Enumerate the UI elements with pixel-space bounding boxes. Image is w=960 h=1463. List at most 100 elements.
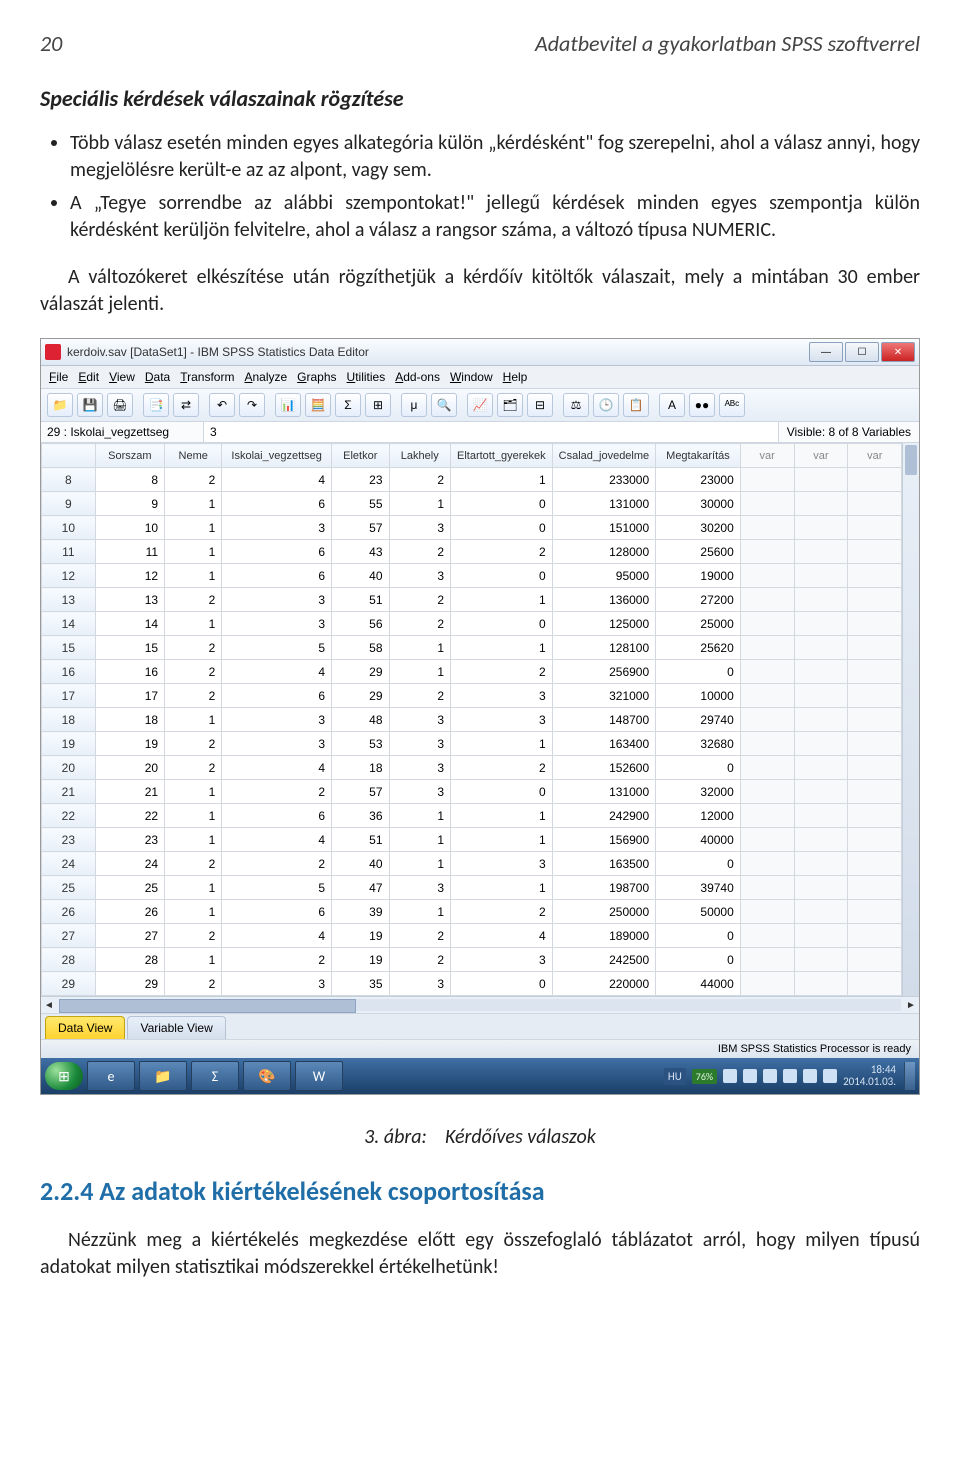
- data-cell[interactable]: 1: [389, 492, 450, 516]
- row-number[interactable]: 13: [42, 588, 96, 612]
- row-number[interactable]: 14: [42, 612, 96, 636]
- row-number[interactable]: 22: [42, 804, 96, 828]
- data-cell[interactable]: 3: [222, 708, 332, 732]
- data-cell[interactable]: 242900: [552, 804, 656, 828]
- row-number[interactable]: 18: [42, 708, 96, 732]
- empty-cell[interactable]: [740, 732, 794, 756]
- row-number[interactable]: 9: [42, 492, 96, 516]
- menu-add-ons[interactable]: Add-ons: [395, 370, 440, 384]
- taskbar-spss-icon[interactable]: Σ: [191, 1061, 239, 1091]
- column-header-iskolai_vegzettseg[interactable]: Iskolai_vegzettseg: [222, 444, 332, 468]
- toolbar-button-13[interactable]: 📈: [467, 393, 493, 417]
- menu-help[interactable]: Help: [503, 370, 528, 384]
- empty-cell[interactable]: [848, 708, 902, 732]
- toolbar-button-3[interactable]: 📑: [143, 393, 169, 417]
- show-desktop-button[interactable]: [904, 1062, 915, 1090]
- row-number[interactable]: 15: [42, 636, 96, 660]
- table-row[interactable]: 212112573013100032000: [42, 780, 902, 804]
- table-row[interactable]: 151525581112810025620: [42, 636, 902, 660]
- column-header-lakhely[interactable]: Lakhely: [389, 444, 450, 468]
- data-cell[interactable]: 2: [165, 852, 222, 876]
- empty-cell[interactable]: [848, 732, 902, 756]
- tray-icon[interactable]: [823, 1069, 837, 1083]
- data-cell[interactable]: 4: [222, 756, 332, 780]
- empty-cell[interactable]: [794, 636, 848, 660]
- row-number[interactable]: 20: [42, 756, 96, 780]
- empty-cell[interactable]: [794, 492, 848, 516]
- row-number[interactable]: 26: [42, 900, 96, 924]
- table-row[interactable]: 8824232123300023000: [42, 468, 902, 492]
- empty-cell[interactable]: [740, 612, 794, 636]
- empty-cell[interactable]: [740, 828, 794, 852]
- empty-cell[interactable]: [848, 540, 902, 564]
- data-cell[interactable]: 8: [95, 468, 164, 492]
- data-cell[interactable]: 2: [451, 900, 553, 924]
- data-cell[interactable]: 40: [332, 564, 390, 588]
- data-cell[interactable]: 131000: [552, 780, 656, 804]
- data-cell[interactable]: 53: [332, 732, 390, 756]
- data-cell[interactable]: 25600: [656, 540, 741, 564]
- data-cell[interactable]: 3: [389, 732, 450, 756]
- data-cell[interactable]: 11: [95, 540, 164, 564]
- table-row[interactable]: 28281219232425000: [42, 948, 902, 972]
- empty-cell[interactable]: [848, 636, 902, 660]
- data-cell[interactable]: 57: [332, 780, 390, 804]
- data-cell[interactable]: 152600: [552, 756, 656, 780]
- empty-cell[interactable]: [740, 588, 794, 612]
- data-cell[interactable]: 2: [451, 660, 553, 684]
- empty-cell[interactable]: [740, 972, 794, 996]
- data-cell[interactable]: 1: [451, 876, 553, 900]
- empty-cell[interactable]: [794, 708, 848, 732]
- data-cell[interactable]: 9: [95, 492, 164, 516]
- data-cell[interactable]: 18: [332, 756, 390, 780]
- empty-cell[interactable]: [740, 804, 794, 828]
- data-cell[interactable]: 2: [165, 636, 222, 660]
- empty-cell[interactable]: [848, 972, 902, 996]
- empty-cell[interactable]: [740, 492, 794, 516]
- taskbar-clock[interactable]: 18:44 2014.01.03.: [843, 1064, 896, 1088]
- language-indicator[interactable]: HU: [664, 1068, 686, 1085]
- empty-cell[interactable]: [740, 636, 794, 660]
- row-number[interactable]: 12: [42, 564, 96, 588]
- toolbar-button-12[interactable]: 🔍: [431, 393, 457, 417]
- data-cell[interactable]: 1: [451, 804, 553, 828]
- empty-cell[interactable]: [848, 828, 902, 852]
- data-cell[interactable]: 2: [451, 756, 553, 780]
- column-header-eltartott_gyerekek[interactable]: Eltartott_gyerekek: [451, 444, 553, 468]
- empty-cell[interactable]: [794, 972, 848, 996]
- empty-cell[interactable]: [848, 876, 902, 900]
- tray-icon[interactable]: [783, 1069, 797, 1083]
- data-cell[interactable]: 3: [222, 588, 332, 612]
- row-number[interactable]: 21: [42, 780, 96, 804]
- data-cell[interactable]: 163500: [552, 852, 656, 876]
- row-number[interactable]: 11: [42, 540, 96, 564]
- data-cell[interactable]: 12: [95, 564, 164, 588]
- data-cell[interactable]: 35: [332, 972, 390, 996]
- toolbar-button-15[interactable]: ⊟: [527, 393, 553, 417]
- menu-data[interactable]: Data: [145, 370, 170, 384]
- empty-cell[interactable]: [794, 684, 848, 708]
- data-cell[interactable]: 2: [222, 780, 332, 804]
- data-cell[interactable]: 48: [332, 708, 390, 732]
- data-cell[interactable]: 233000: [552, 468, 656, 492]
- table-row[interactable]: 24242240131635000: [42, 852, 902, 876]
- empty-cell[interactable]: [740, 708, 794, 732]
- data-cell[interactable]: 4: [222, 468, 332, 492]
- menu-utilities[interactable]: Utilities: [347, 370, 386, 384]
- data-cell[interactable]: 23: [95, 828, 164, 852]
- data-cell[interactable]: 2: [451, 540, 553, 564]
- data-cell[interactable]: 29: [95, 972, 164, 996]
- data-cell[interactable]: 1: [451, 588, 553, 612]
- data-cell[interactable]: 1: [451, 732, 553, 756]
- toolbar-button-2[interactable]: 🖨: [107, 393, 133, 417]
- empty-cell[interactable]: [740, 876, 794, 900]
- data-cell[interactable]: 5: [222, 876, 332, 900]
- data-cell[interactable]: 1: [165, 708, 222, 732]
- data-cell[interactable]: 1: [165, 516, 222, 540]
- empty-cell[interactable]: [848, 684, 902, 708]
- table-row[interactable]: 171726292332100010000: [42, 684, 902, 708]
- data-cell[interactable]: 3: [451, 708, 553, 732]
- table-row[interactable]: 16162429122569000: [42, 660, 902, 684]
- table-row[interactable]: 252515473119870039740: [42, 876, 902, 900]
- empty-cell[interactable]: [740, 756, 794, 780]
